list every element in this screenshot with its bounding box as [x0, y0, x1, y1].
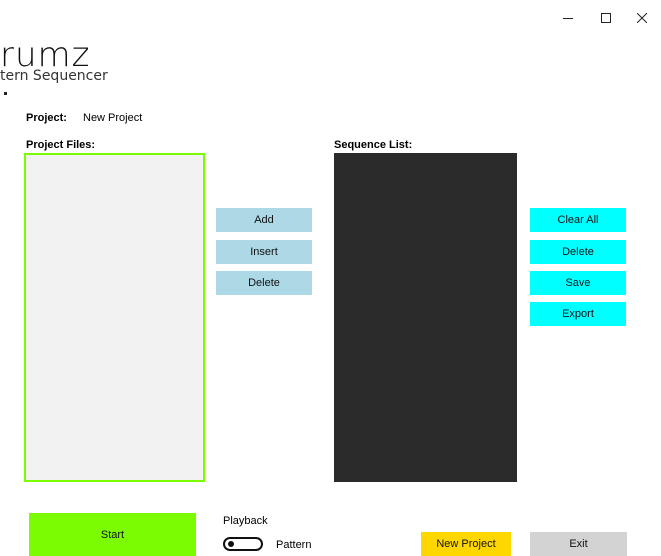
new-project-button[interactable]: New Project	[421, 532, 511, 556]
pattern-toggle-label: Pattern	[276, 539, 312, 551]
maximize-icon[interactable]	[586, 6, 626, 30]
minimize-icon[interactable]	[548, 6, 588, 30]
delete-file-button[interactable]: Delete	[216, 271, 312, 295]
sequence-list[interactable]	[334, 153, 517, 482]
app-logo-title: rumz	[0, 35, 91, 75]
app-window: rumz tern Sequencer Project: New Project…	[0, 0, 661, 556]
project-name: New Project	[83, 112, 143, 124]
exit-button[interactable]: Exit	[530, 532, 627, 556]
clear-all-button[interactable]: Clear All	[530, 208, 626, 232]
delete-sequence-button[interactable]: Delete	[530, 240, 626, 264]
sequence-list-label: Sequence List:	[334, 139, 413, 151]
playback-label: Playback	[223, 515, 268, 527]
add-button[interactable]: Add	[216, 208, 312, 232]
toggle-knob	[228, 541, 234, 547]
pattern-toggle[interactable]	[223, 537, 263, 551]
logo-mark	[4, 92, 7, 95]
insert-button[interactable]: Insert	[216, 240, 312, 264]
project-label: Project:	[26, 112, 67, 124]
project-files-list[interactable]	[24, 153, 205, 482]
export-button[interactable]: Export	[530, 302, 626, 326]
start-button[interactable]: Start	[29, 513, 196, 556]
project-files-label: Project Files:	[26, 139, 96, 151]
app-logo-subtitle: tern Sequencer	[0, 68, 108, 84]
close-icon[interactable]	[622, 6, 661, 30]
save-button[interactable]: Save	[530, 271, 626, 295]
